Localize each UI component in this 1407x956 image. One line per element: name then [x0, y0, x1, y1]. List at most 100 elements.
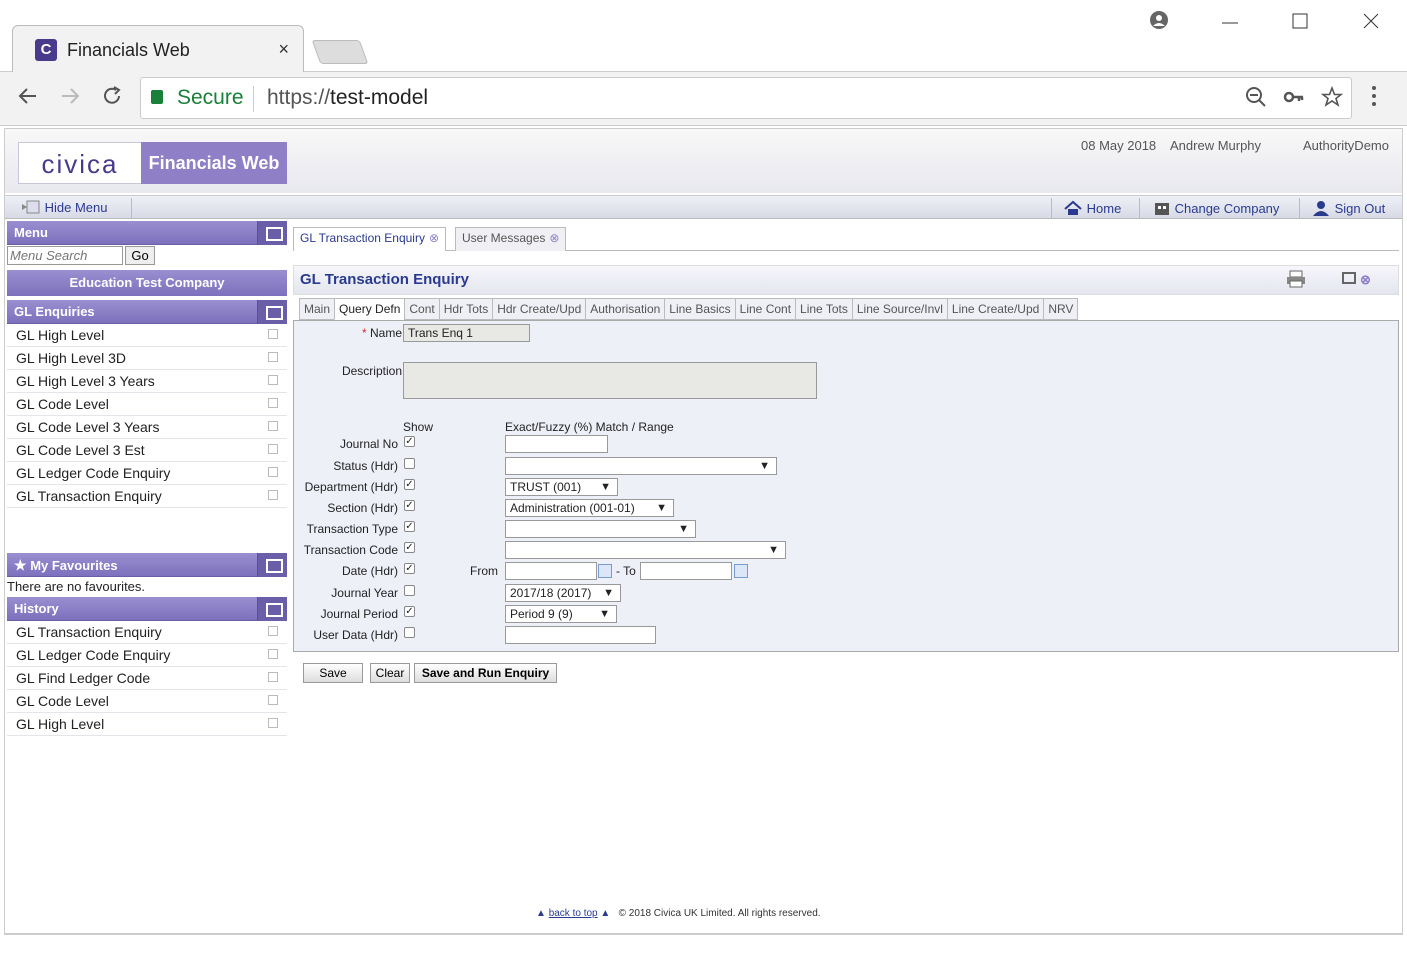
new-tab-button[interactable]: [311, 40, 369, 64]
sidebar-item[interactable]: GL Code Level 3 Years: [7, 416, 287, 439]
menu-window-icon[interactable]: [257, 221, 287, 245]
date-show-checkbox[interactable]: ✓: [404, 563, 415, 574]
transaction-code-show-checkbox[interactable]: ✓: [404, 542, 415, 553]
journal-no-show-checkbox[interactable]: ✓: [404, 436, 415, 447]
open-new-window-icon[interactable]: [268, 649, 278, 659]
clear-button[interactable]: Clear: [370, 663, 410, 683]
history-item[interactable]: GL Transaction Enquiry: [7, 621, 287, 644]
subtab-line-source-invl[interactable]: Line Source/Invl: [851, 298, 948, 320]
tab-gl-transaction-enquiry[interactable]: GL Transaction Enquiry ⊗: [293, 227, 447, 251]
menu-search-go-button[interactable]: Go: [125, 246, 155, 265]
tab-close-icon[interactable]: ⊗: [429, 231, 439, 245]
sidebar-item[interactable]: GL High Level: [7, 324, 287, 347]
tab-close-icon[interactable]: ×: [278, 39, 289, 60]
history-item[interactable]: GL Code Level: [7, 690, 287, 713]
sidebar-item[interactable]: GL Transaction Enquiry: [7, 485, 287, 508]
history-item[interactable]: GL High Level: [7, 713, 287, 736]
calendar-icon[interactable]: [734, 564, 748, 578]
history-item[interactable]: GL Ledger Code Enquiry: [7, 644, 287, 667]
favourites-window-icon[interactable]: [257, 553, 287, 577]
calendar-icon[interactable]: [598, 564, 612, 578]
gl-enquiries-header[interactable]: GL Enquiries: [7, 300, 287, 324]
open-new-window-icon[interactable]: [268, 421, 278, 431]
back-to-top-link[interactable]: back to top: [549, 908, 598, 919]
transaction-type-select[interactable]: ▼: [505, 520, 696, 538]
page-window-icon[interactable]: [1342, 272, 1356, 284]
sidebar-item[interactable]: GL High Level 3 Years: [7, 370, 287, 393]
browser-menu-icon[interactable]: [1370, 84, 1378, 114]
open-new-window-icon[interactable]: [268, 490, 278, 500]
page-close-icon[interactable]: ⊗: [1360, 266, 1371, 294]
open-new-window-icon[interactable]: [268, 467, 278, 477]
status-select[interactable]: ▼: [505, 457, 777, 475]
sign-out-button[interactable]: Sign Out: [1311, 200, 1385, 216]
tab-close-icon[interactable]: ⊗: [549, 231, 559, 245]
section-select[interactable]: Administration (001-01) ▼: [505, 499, 674, 517]
sidebar-item[interactable]: GL Ledger Code Enquiry: [7, 462, 287, 485]
journal-year-select[interactable]: 2017/18 (2017) ▼: [505, 584, 621, 602]
department-select[interactable]: TRUST (001) ▼: [505, 478, 618, 496]
transaction-code-select[interactable]: ▼: [505, 541, 786, 559]
browser-tab[interactable]: C Financials Web ×: [12, 25, 304, 72]
subtab-line-create-upd[interactable]: Line Create/Upd: [946, 298, 1045, 320]
subtab-hdr-tots[interactable]: Hdr Tots: [438, 298, 494, 320]
open-new-window-icon[interactable]: [268, 375, 278, 385]
open-new-window-icon[interactable]: [268, 718, 278, 728]
print-icon[interactable]: [1286, 270, 1306, 298]
transaction-type-show-checkbox[interactable]: ✓: [404, 521, 415, 532]
subtab-hdr-create-upd[interactable]: Hdr Create/Upd: [492, 298, 587, 320]
open-new-window-icon[interactable]: [268, 695, 278, 705]
journal-year-show-checkbox[interactable]: [404, 585, 415, 596]
journal-period-select[interactable]: Period 9 (9) ▼: [505, 605, 617, 623]
section-show-checkbox[interactable]: ✓: [404, 500, 415, 511]
subtab-line-tots[interactable]: Line Tots: [795, 298, 853, 320]
close-window-icon[interactable]: [1363, 12, 1379, 35]
open-new-window-icon[interactable]: [268, 444, 278, 454]
bookmark-star-icon[interactable]: [1320, 85, 1344, 114]
key-icon[interactable]: [1283, 86, 1305, 114]
reload-icon[interactable]: [100, 84, 124, 115]
subtab-line-basics[interactable]: Line Basics: [664, 298, 736, 320]
open-new-window-icon[interactable]: [268, 626, 278, 636]
maximize-icon[interactable]: [1292, 12, 1308, 35]
sidebar-item[interactable]: GL High Level 3D: [7, 347, 287, 370]
department-show-checkbox[interactable]: ✓: [404, 479, 415, 490]
change-company-button[interactable]: Change Company: [1153, 200, 1279, 216]
profile-icon[interactable]: [1149, 10, 1169, 36]
subtab-nrv[interactable]: NRV: [1043, 298, 1079, 320]
back-icon[interactable]: [16, 84, 40, 115]
save-button[interactable]: Save: [303, 663, 363, 683]
open-new-window-icon[interactable]: [268, 672, 278, 682]
history-window-icon[interactable]: [257, 597, 287, 621]
open-new-window-icon[interactable]: [268, 398, 278, 408]
save-and-run-enquiry-button[interactable]: Save and Run Enquiry: [414, 663, 557, 683]
subtab-line-cont[interactable]: Line Cont: [734, 298, 797, 320]
description-textarea[interactable]: [403, 362, 817, 399]
subtab-main[interactable]: Main: [299, 298, 336, 320]
user-data-input[interactable]: [505, 626, 656, 644]
subtab-cont[interactable]: Cont: [404, 298, 440, 320]
name-input[interactable]: Trans Enq 1: [403, 324, 530, 342]
sidebar-item[interactable]: GL Code Level 3 Est: [7, 439, 287, 462]
hide-menu-button[interactable]: Hide Menu: [21, 200, 108, 215]
open-new-window-icon[interactable]: [268, 329, 278, 339]
sidebar-item[interactable]: GL Code Level: [7, 393, 287, 416]
tab-user-messages[interactable]: User Messages ⊗: [455, 227, 567, 251]
menu-search-input[interactable]: [7, 246, 123, 265]
forward-icon[interactable]: [58, 84, 82, 115]
url-text[interactable]: https://test-model: [267, 86, 428, 110]
journal-period-show-checkbox[interactable]: ✓: [404, 606, 415, 617]
subtab-authorisation[interactable]: Authorisation: [585, 298, 666, 320]
home-button[interactable]: Home: [1063, 200, 1121, 216]
date-from-input[interactable]: [505, 562, 597, 580]
date-to-input[interactable]: [640, 562, 732, 580]
history-item[interactable]: GL Find Ledger Code: [7, 667, 287, 690]
user-data-show-checkbox[interactable]: [404, 627, 415, 638]
open-new-window-icon[interactable]: [268, 352, 278, 362]
section-up-icon[interactable]: [257, 300, 287, 324]
minimize-icon[interactable]: [1222, 10, 1238, 33]
zoom-icon[interactable]: [1245, 86, 1267, 114]
subtab-query-defn[interactable]: Query Defn: [334, 298, 406, 320]
journal-no-input[interactable]: [505, 435, 608, 453]
address-bar[interactable]: Secure https://test-model: [140, 77, 1352, 119]
